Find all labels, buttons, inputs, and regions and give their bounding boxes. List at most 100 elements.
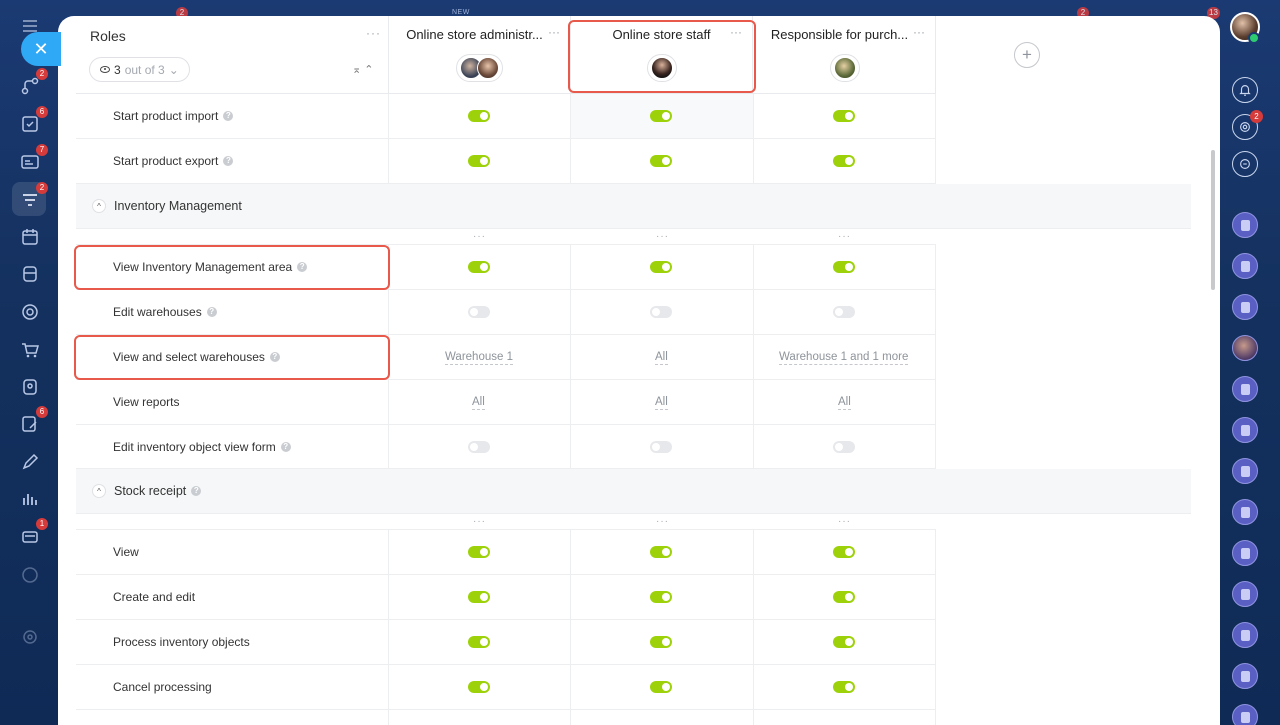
permission-toggle[interactable] [468, 306, 490, 318]
permissions-grid: Roles ··· 3 out of 3 ⌄ ⌅⌃ Online store a… [76, 16, 1191, 725]
chat-avatar[interactable] [1232, 417, 1258, 443]
permission-toggle[interactable] [468, 636, 490, 648]
more-icon[interactable]: ··· [730, 25, 742, 39]
group-actions-row: ··· ··· ··· [76, 514, 936, 530]
chat-avatar[interactable] [1232, 458, 1258, 484]
filter-icon[interactable]: 2 [18, 182, 48, 212]
permission-toggle[interactable] [833, 110, 855, 122]
help-icon[interactable]: ? [269, 352, 280, 362]
chat-avatar[interactable] [1232, 704, 1258, 725]
help-icon[interactable]: ? [297, 262, 308, 272]
permission-toggle[interactable] [650, 591, 672, 603]
chat-avatar[interactable] [1232, 663, 1258, 689]
role-avatars[interactable] [570, 54, 753, 82]
vertical-scrollbar[interactable] [1211, 150, 1215, 290]
permission-toggle[interactable] [468, 441, 490, 453]
cart-icon[interactable] [18, 338, 42, 362]
permission-group[interactable]: ^ Inventory Management [76, 184, 1191, 229]
role-column-header[interactable]: Online store staff ··· [570, 16, 753, 94]
permission-toggle[interactable] [468, 110, 490, 122]
gear-icon[interactable] [18, 625, 42, 649]
help-icon[interactable]: ? [223, 111, 234, 121]
permission-toggle[interactable] [468, 261, 490, 273]
more-icon[interactable]: ··· [838, 516, 851, 527]
permission-toggle[interactable] [833, 546, 855, 558]
edit-icon[interactable]: 6 [18, 406, 48, 436]
close-slider-button[interactable]: ✕ [21, 32, 61, 66]
permission-value[interactable]: All [655, 396, 668, 410]
permission-toggle[interactable] [650, 261, 672, 273]
stack-icon[interactable]: 1 [18, 518, 48, 548]
activity-icon[interactable]: 2 [1232, 110, 1263, 140]
flow-icon[interactable]: 2 [18, 68, 48, 98]
more-icon[interactable]: ··· [656, 231, 669, 242]
permission-toggle[interactable] [650, 636, 672, 648]
more-icon[interactable]: ··· [838, 231, 851, 242]
permission-toggle[interactable] [468, 546, 490, 558]
chart-icon[interactable] [18, 487, 42, 511]
chat-avatar[interactable] [1232, 376, 1258, 402]
permission-toggle[interactable] [833, 636, 855, 648]
permission-toggle[interactable] [833, 261, 855, 273]
calendar-icon[interactable] [18, 225, 42, 249]
chat-avatar[interactable] [1232, 540, 1258, 566]
permission-group[interactable]: ^ Stock receipt? [76, 469, 1191, 514]
role-avatars[interactable] [753, 54, 936, 82]
permission-toggle[interactable] [650, 681, 672, 693]
permission-toggle[interactable] [650, 155, 672, 167]
chat-avatar[interactable] [1232, 294, 1258, 320]
chat-avatar[interactable] [1232, 499, 1258, 525]
chat-avatar[interactable] [1232, 581, 1258, 607]
chat-avatar[interactable] [1232, 622, 1258, 648]
help-icon[interactable]: ? [223, 156, 234, 166]
contact-icon[interactable] [18, 375, 42, 399]
permission-toggle[interactable] [468, 591, 490, 603]
task-icon[interactable]: 6 [18, 106, 48, 136]
permission-value[interactable]: All [472, 396, 485, 410]
chat-avatar[interactable] [1232, 335, 1258, 361]
building-icon[interactable] [18, 262, 42, 286]
permission-toggle[interactable] [650, 306, 672, 318]
bell-icon[interactable] [1232, 77, 1258, 103]
permission-toggle[interactable] [650, 110, 672, 122]
chevron-up-icon[interactable]: ^ [92, 484, 106, 498]
help-icon[interactable] [18, 563, 42, 587]
add-role-button[interactable]: + [1014, 42, 1040, 68]
more-icon[interactable]: ··· [473, 231, 486, 242]
collapse-expand-icon[interactable]: ⌅⌃ [352, 63, 376, 76]
role-column-header[interactable]: Online store administr... ··· [388, 16, 571, 94]
permission-label: Create and edit [113, 590, 196, 604]
chat-search-icon[interactable] [1232, 151, 1258, 177]
permission-toggle[interactable] [468, 681, 490, 693]
chat-avatar[interactable] [1232, 253, 1258, 279]
permission-toggle[interactable] [833, 441, 855, 453]
help-icon[interactable]: ? [280, 441, 291, 452]
more-icon[interactable]: ··· [656, 516, 669, 527]
role-column-header[interactable]: Responsible for purch... ··· [753, 16, 936, 94]
permission-toggle[interactable] [650, 441, 672, 453]
chat-avatar[interactable] [1232, 212, 1258, 238]
chevron-up-icon[interactable]: ^ [92, 199, 106, 213]
more-icon[interactable]: ··· [473, 516, 486, 527]
permission-toggle[interactable] [650, 546, 672, 558]
permission-toggle[interactable] [833, 306, 855, 318]
permission-toggle[interactable] [833, 591, 855, 603]
target-icon[interactable] [18, 300, 42, 324]
help-icon[interactable]: ? [191, 486, 202, 496]
permission-value[interactable]: All [838, 396, 851, 410]
more-icon[interactable]: ··· [366, 26, 381, 40]
permission-value[interactable]: All [655, 351, 668, 365]
permission-toggle[interactable] [468, 155, 490, 167]
roles-permissions-panel: Roles ··· 3 out of 3 ⌄ ⌅⌃ Online store a… [58, 16, 1220, 725]
more-icon[interactable]: ··· [548, 25, 560, 39]
permission-toggle[interactable] [833, 155, 855, 167]
more-icon[interactable]: ··· [913, 25, 925, 39]
inbox-icon[interactable]: 7 [18, 144, 48, 174]
permission-toggle[interactable] [833, 681, 855, 693]
help-icon[interactable]: ? [206, 307, 217, 317]
permission-value[interactable]: Warehouse 1 [445, 351, 513, 365]
role-avatars[interactable] [388, 54, 571, 82]
permission-value[interactable]: Warehouse 1 and 1 more [779, 351, 909, 365]
role-visibility-filter[interactable]: 3 out of 3 ⌄ [89, 57, 190, 82]
pen-icon[interactable] [18, 450, 42, 474]
